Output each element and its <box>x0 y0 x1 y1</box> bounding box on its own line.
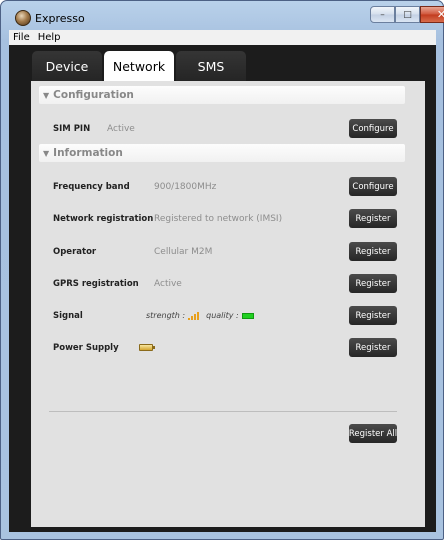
maximize-icon[interactable]: □ <box>395 6 420 23</box>
signal-quality-label: quality : <box>206 311 239 320</box>
menu-help[interactable]: Help <box>34 32 65 43</box>
network-registration-row: Network registration Registered to netwo… <box>31 209 425 229</box>
tab-sms[interactable]: SMS <box>176 51 246 81</box>
menu-file[interactable]: File <box>9 32 34 43</box>
sim-pin-configure-button[interactable]: Configure <box>349 119 397 138</box>
battery-icon <box>139 344 155 351</box>
configuration-header-label: Configuration <box>53 89 134 101</box>
tab-device[interactable]: Device <box>32 51 102 81</box>
app-window: Expresso – □ ✕ File Help Device Network … <box>0 0 444 540</box>
minimize-icon[interactable]: – <box>370 6 395 23</box>
configuration-header[interactable]: ▼ Configuration <box>39 86 405 104</box>
gprs-registration-value: Active <box>154 279 182 289</box>
information-header-label: Information <box>53 147 123 159</box>
power-supply-label: Power Supply <box>53 343 119 353</box>
register-all-button[interactable]: Register All <box>349 424 397 443</box>
frequency-band-value: 900/1800MHz <box>154 182 217 192</box>
information-header[interactable]: ▼ Information <box>39 144 405 162</box>
operator-label: Operator <box>53 247 97 257</box>
title-bar[interactable]: Expresso – □ ✕ <box>1 1 444 30</box>
caption-buttons: – □ ✕ <box>370 6 444 24</box>
network-panel: ▼ Configuration SIM PIN Active Configure… <box>31 81 425 527</box>
divider <box>49 411 397 412</box>
tab-network[interactable]: Network <box>104 51 174 81</box>
tab-bar: Device Network SMS <box>32 51 248 81</box>
window-title: Expresso <box>35 12 85 25</box>
signal-bars-icon <box>188 311 200 320</box>
gprs-registration-label: GPRS registration <box>53 279 139 289</box>
power-supply-register-button[interactable]: Register <box>349 338 397 357</box>
operator-value: Cellular M2M <box>154 247 213 257</box>
power-supply-row: Power Supply Register <box>31 338 425 358</box>
menu-bar: File Help <box>9 30 436 45</box>
chevron-down-icon: ▼ <box>43 90 50 100</box>
signal-quality-indicator <box>241 312 254 319</box>
frequency-band-row: Frequency band 900/1800MHz Configure <box>31 177 425 197</box>
gprs-registration-register-button[interactable]: Register <box>349 274 397 293</box>
signal-indicators: strength : quality : <box>146 311 254 320</box>
signal-label: Signal <box>53 311 83 321</box>
chevron-down-icon: ▼ <box>43 148 50 158</box>
content-area: Device Network SMS ▼ Configuration SIM P… <box>9 45 436 532</box>
network-registration-value: Registered to network (IMSI) <box>154 214 283 224</box>
sim-pin-row: SIM PIN Active Configure <box>31 119 425 139</box>
gprs-registration-row: GPRS registration Active Register <box>31 274 425 294</box>
sim-pin-value: Active <box>107 124 135 134</box>
operator-register-button[interactable]: Register <box>349 242 397 261</box>
frequency-band-configure-button[interactable]: Configure <box>349 177 397 196</box>
signal-row: Signal strength : quality : Register <box>31 306 425 326</box>
network-registration-register-button[interactable]: Register <box>349 209 397 228</box>
close-icon[interactable]: ✕ <box>420 6 444 23</box>
network-registration-label: Network registration <box>53 214 154 224</box>
operator-row: Operator Cellular M2M Register <box>31 242 425 262</box>
signal-register-button[interactable]: Register <box>349 306 397 325</box>
frequency-band-label: Frequency band <box>53 182 130 192</box>
sim-pin-label: SIM PIN <box>53 124 91 134</box>
signal-strength-label: strength : <box>146 311 186 320</box>
app-icon <box>15 10 31 26</box>
